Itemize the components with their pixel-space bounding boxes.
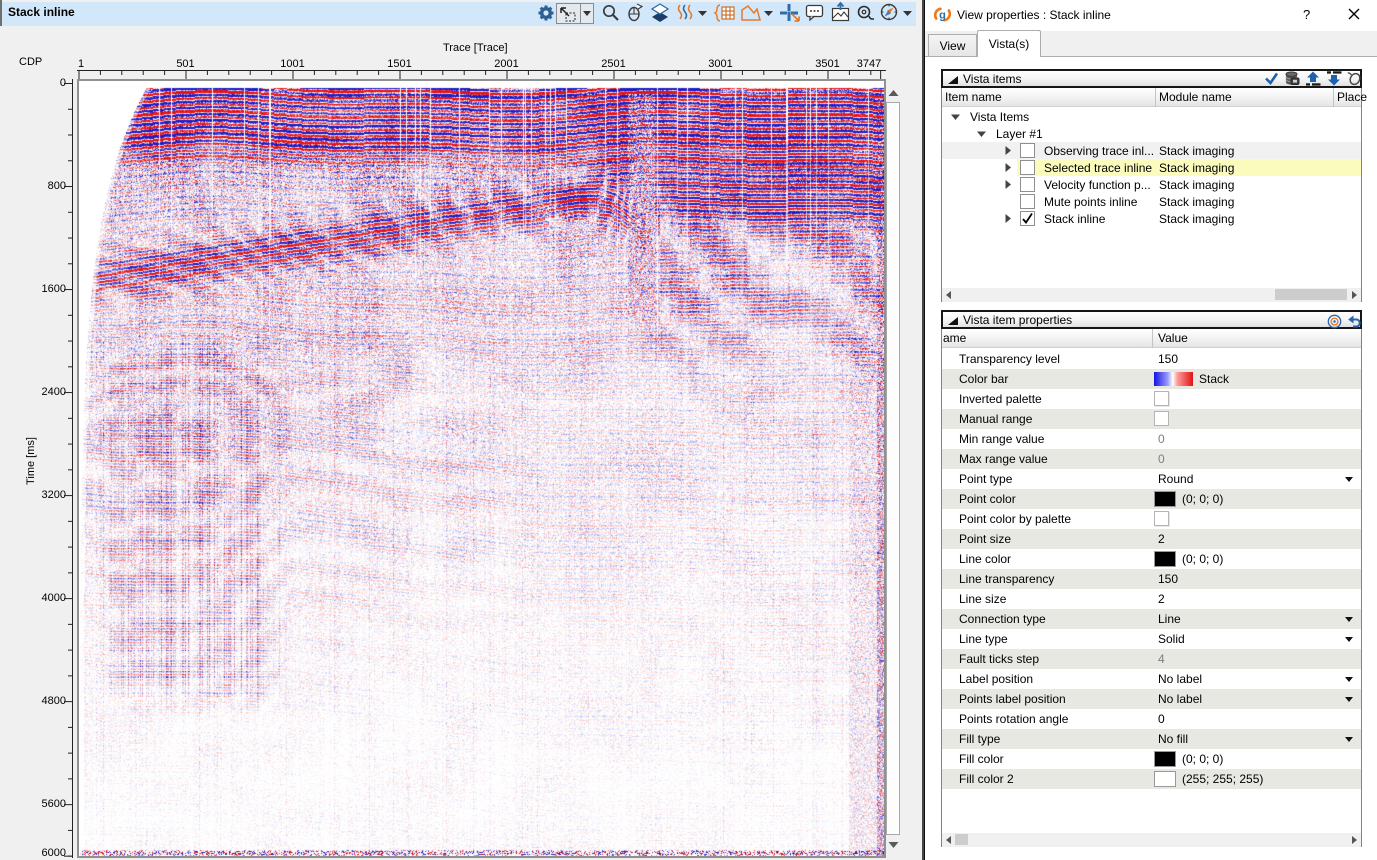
svg-text:g: g (939, 10, 946, 22)
